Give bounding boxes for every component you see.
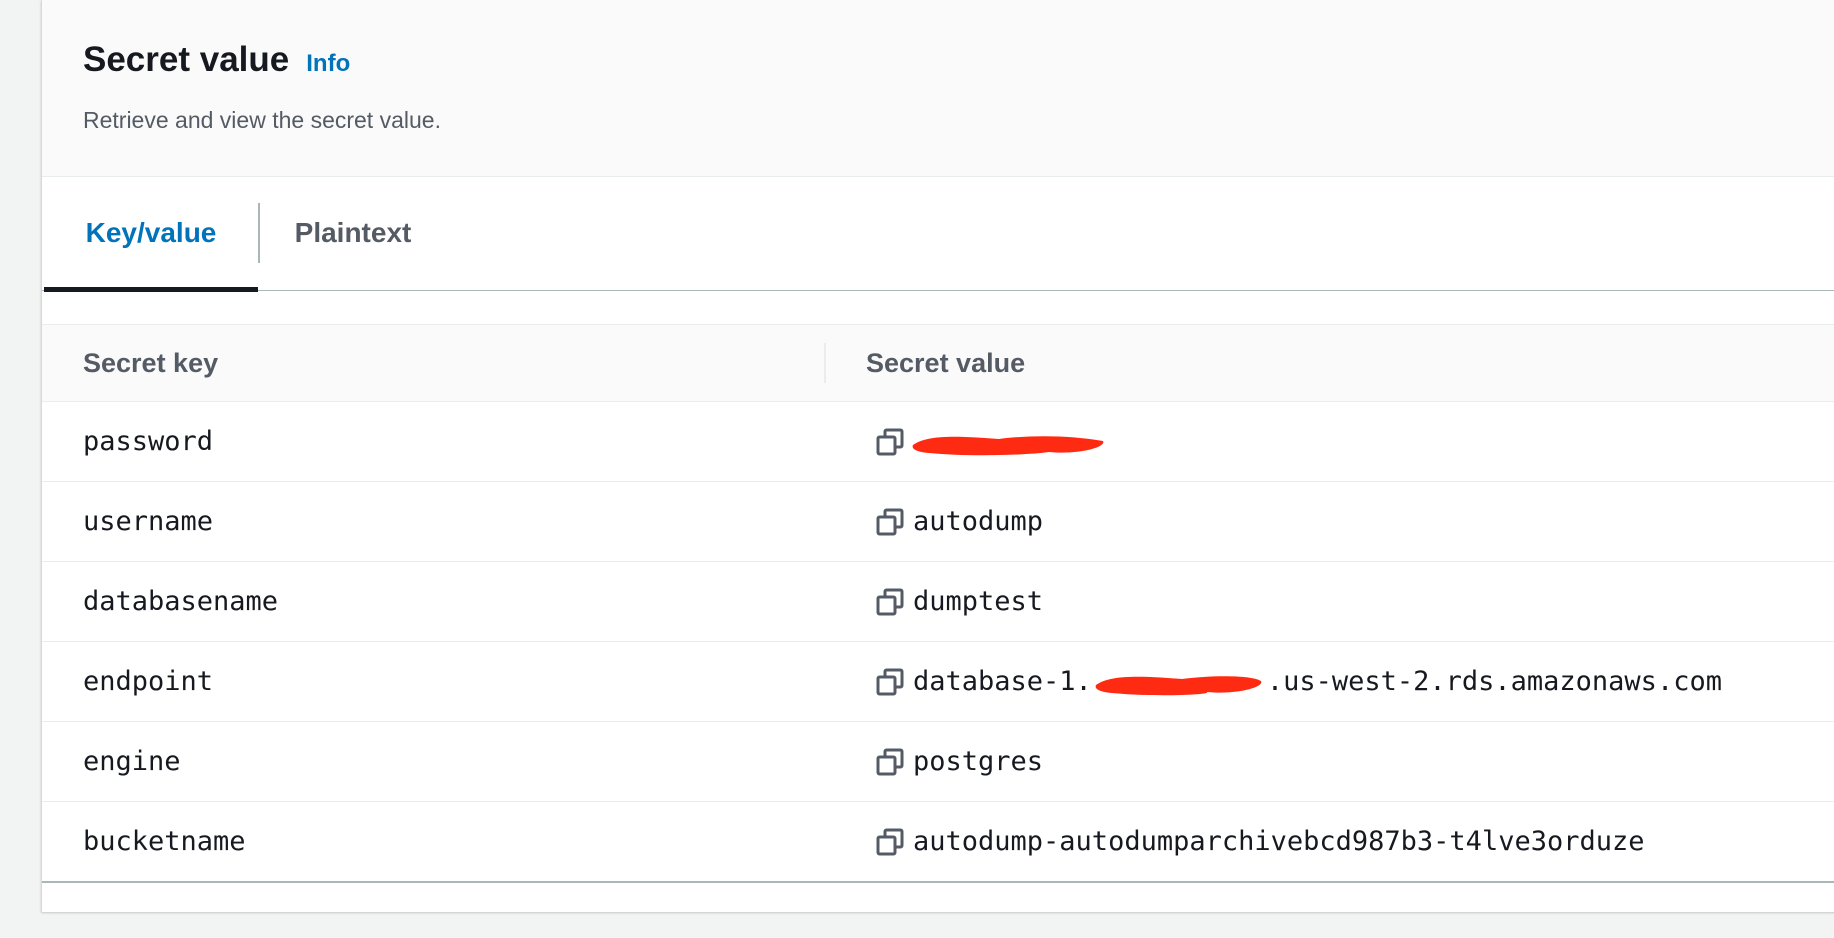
tab-plaintext[interactable]: Plaintext <box>260 176 446 290</box>
secret-value-cell: postgres <box>875 722 1043 801</box>
secret-value-cell: autodump <box>875 482 1043 561</box>
copy-icon[interactable] <box>875 507 905 537</box>
tab-key-value-label: Key/value <box>85 217 217 248</box>
secret-value-text: autodump <box>913 506 1044 537</box>
table-row: password <box>42 402 1834 482</box>
secret-value-cell: autodump-autodumparchivebcd987b3-t4lve3o… <box>875 802 1645 881</box>
tab-plaintext-label: Plaintext <box>294 217 412 248</box>
secret-value-text: dumptest <box>913 586 1044 617</box>
secret-key-cell: endpoint <box>83 666 214 697</box>
column-divider <box>824 343 826 383</box>
table-header: Secret key Secret value <box>42 325 1834 402</box>
copy-icon[interactable] <box>875 587 905 617</box>
panel-header: Secret value Info Retrieve and view the … <box>42 0 1834 177</box>
secret-key-cell: username <box>83 506 214 537</box>
secret-value-cell: dumptest <box>875 562 1043 641</box>
table-row: bucketname autodump-autodumparchivebcd987… <box>42 802 1834 883</box>
secret-key-cell: engine <box>83 746 181 777</box>
tab-key-value[interactable]: Key/value <box>44 176 258 292</box>
secret-value-text: postgres <box>913 746 1044 777</box>
table-row: engine postgres <box>42 722 1834 802</box>
copy-icon[interactable] <box>875 827 905 857</box>
copy-icon[interactable] <box>875 747 905 777</box>
secret-table: Secret key Secret value password username… <box>42 324 1834 883</box>
secret-key-cell: databasename <box>83 586 279 617</box>
redaction-mark <box>1092 665 1267 699</box>
column-header-secret-value[interactable]: Secret value <box>866 325 1025 401</box>
table-body: password username autodump databasename dump… <box>42 402 1834 883</box>
panel-description: Retrieve and view the secret value. <box>83 107 441 133</box>
tab-bar: Key/value Plaintext <box>42 176 1834 292</box>
copy-icon[interactable] <box>875 667 905 697</box>
secret-value-panel: Secret value Info Retrieve and view the … <box>41 0 1834 912</box>
secret-value-text: database-1. <box>913 666 1092 697</box>
active-tab-indicator <box>44 287 258 292</box>
table-row: databasename dumptest <box>42 562 1834 642</box>
secret-key-cell: bucketname <box>83 826 246 857</box>
column-header-secret-key[interactable]: Secret key <box>83 325 218 401</box>
secret-value-cell: database-1. .us-west-2.rds.amazonaws.com <box>875 642 1722 721</box>
secret-key-cell: password <box>83 426 214 457</box>
redaction-mark <box>909 425 1109 459</box>
title-row: Secret value Info <box>83 40 350 80</box>
info-link[interactable]: Info <box>306 50 350 78</box>
page-title: Secret value <box>83 40 290 79</box>
secret-value-text: autodump-autodumparchivebcd987b3-t4lve3o… <box>913 826 1645 857</box>
copy-icon[interactable] <box>875 427 905 457</box>
table-row: endpoint database-1. .us-west-2.rds.amazon… <box>42 642 1834 722</box>
secret-value-text-suffix: .us-west-2.rds.amazonaws.com <box>1266 666 1722 697</box>
table-row: username autodump <box>42 482 1834 562</box>
secret-value-cell <box>875 402 1109 481</box>
